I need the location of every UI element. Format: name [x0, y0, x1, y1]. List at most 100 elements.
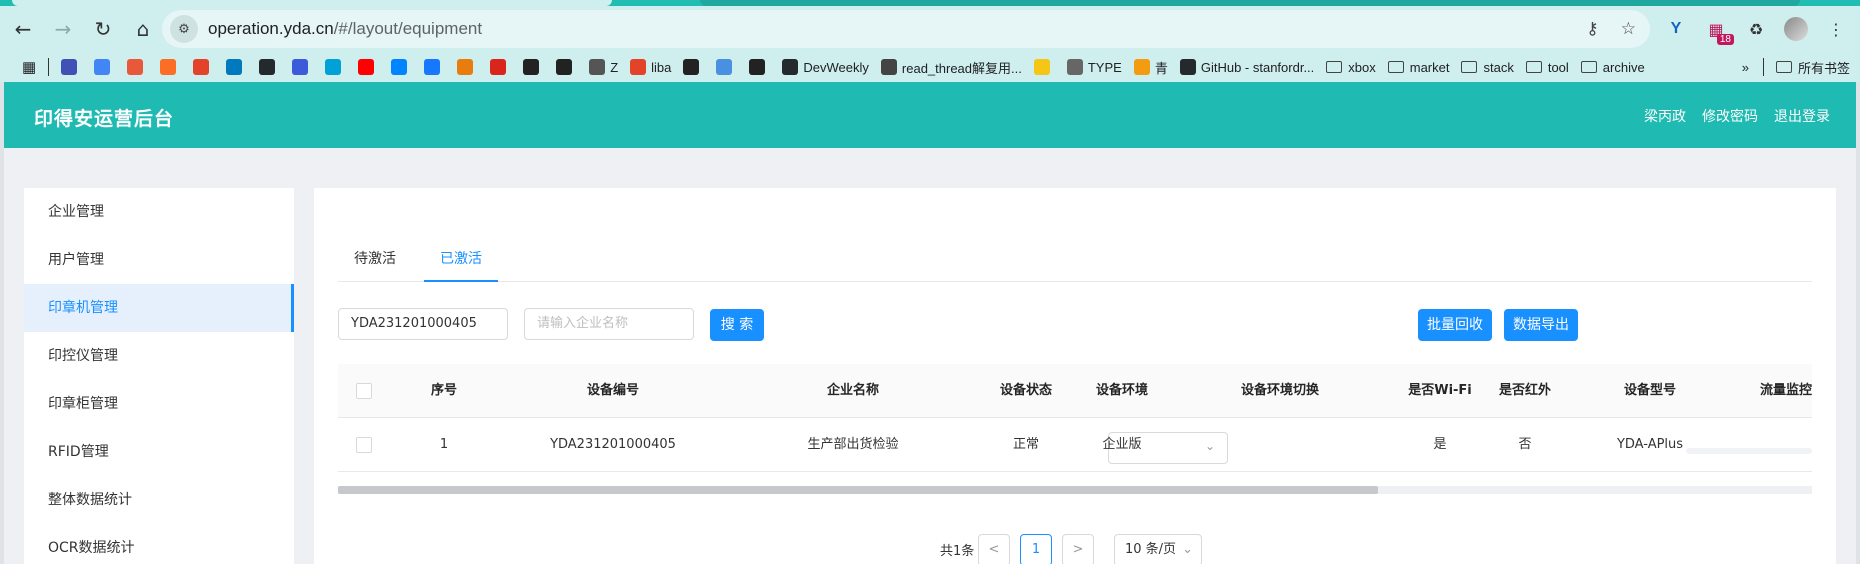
- page-size-select[interactable]: 10 条/页 ⌄: [1114, 534, 1202, 564]
- more-bookmarks-icon[interactable]: »: [1742, 60, 1749, 75]
- page-1-button[interactable]: 1: [1020, 534, 1052, 564]
- bookmark-item[interactable]: [749, 59, 770, 75]
- bookmark-favicon-icon: [127, 59, 144, 75]
- logout-link[interactable]: 退出登录: [1774, 106, 1830, 126]
- bookmark-favicon-icon: [259, 59, 276, 75]
- extensions-area: Y ▦ 18 ♻ ⋮: [1664, 12, 1848, 46]
- forward-icon[interactable]: →: [46, 12, 80, 46]
- bookmark-folder-stack[interactable]: stack: [1461, 60, 1514, 75]
- bookmark-item[interactable]: read_thread解复用...: [880, 58, 1022, 77]
- batch-recycle-button[interactable]: 批量回收: [1418, 309, 1492, 341]
- main-panel: 待激活 已激活 YDA231201000405 请输入企业名称 搜 索 批量回收 …: [314, 188, 1836, 564]
- table-header: 序号 设备编号 企业名称 设备状态 设备环境 设备环境切换 是否Wi-Fi 是否红外 设备型号 流…: [338, 364, 1812, 418]
- address-bar[interactable]: ⚙ operation.yda.cn/#/layout/equipment ⚷ …: [162, 10, 1650, 48]
- bookmark-favicon-icon: [160, 59, 177, 75]
- bookmark-item[interactable]: [556, 59, 577, 75]
- bookmark-item[interactable]: [1033, 59, 1055, 75]
- all-bookmarks-label: 所有书签: [1797, 60, 1850, 76]
- status-tabs: 待激活 已激活: [338, 244, 1812, 282]
- bookmark-folder-market[interactable]: market: [1387, 60, 1449, 75]
- search-button[interactable]: 搜 索: [710, 309, 764, 341]
- bookmark-favicon-icon: [358, 59, 375, 75]
- bookmark-folder-xbox[interactable]: xbox: [1326, 60, 1376, 75]
- scrollbar-thumb[interactable]: [338, 486, 1378, 494]
- bookmark-folder-archive[interactable]: archive: [1580, 60, 1645, 75]
- bookmark-item[interactable]: [523, 59, 544, 75]
- sidebar-item[interactable]: 整体数据统计: [24, 476, 294, 524]
- sidebar-item[interactable]: 印章机管理: [24, 284, 294, 332]
- bookmark-item[interactable]: [424, 59, 445, 75]
- browser-menu-icon[interactable]: ⋮: [1824, 17, 1848, 41]
- sidebar-item[interactable]: 用户管理: [24, 236, 294, 284]
- export-data-button[interactable]: 数据导出: [1504, 309, 1578, 341]
- bookmark-item[interactable]: [292, 59, 313, 75]
- sidebar-item[interactable]: 印章柜管理: [24, 380, 294, 428]
- equipment-table: 序号 设备编号 企业名称 设备状态 设备环境 设备环境切换 是否Wi-Fi 是否红外 设备型号 流…: [338, 364, 1812, 474]
- column-header: 设备环境: [1095, 383, 1148, 398]
- table-horizontal-scrollbar[interactable]: [338, 486, 1812, 494]
- bookmark-favicon-icon: [325, 59, 342, 75]
- bookmark-label: Z: [610, 59, 619, 75]
- bookmark-item[interactable]: [358, 59, 379, 75]
- home-icon[interactable]: ⌂: [126, 12, 160, 46]
- bookmark-item[interactable]: Z: [589, 59, 618, 75]
- bookmark-item[interactable]: [193, 59, 214, 75]
- back-icon[interactable]: ←: [6, 12, 40, 46]
- company-name-input[interactable]: 请输入企业名称: [524, 308, 694, 340]
- bookmark-item[interactable]: [457, 59, 478, 75]
- user-name-link[interactable]: 梁丙政: [1644, 106, 1686, 126]
- url-host: operation.yda.cn: [208, 19, 334, 38]
- extension-v-icon[interactable]: Y: [1664, 17, 1688, 41]
- profile-avatar[interactable]: [1784, 17, 1808, 41]
- bookmark-item[interactable]: [325, 59, 346, 75]
- bookmark-item[interactable]: [226, 59, 247, 75]
- bookmark-item[interactable]: 青: [1133, 58, 1168, 77]
- bookmark-item[interactable]: [259, 59, 280, 75]
- bookmark-folder-tool[interactable]: tool: [1525, 60, 1569, 75]
- table-cell-infrared: 否: [1518, 437, 1532, 452]
- chevron-down-icon: ⌄: [1182, 542, 1193, 557]
- device-no-input[interactable]: YDA231201000405: [338, 308, 508, 340]
- folder-icon: [1775, 61, 1792, 73]
- sidebar-item[interactable]: 印控仪管理: [24, 332, 294, 380]
- tab-activated[interactable]: 已激活: [424, 244, 498, 282]
- bookmark-item[interactable]: TYPE: [1066, 59, 1122, 75]
- sidebar-item[interactable]: 企业管理: [24, 188, 294, 236]
- tab-pending[interactable]: 待激活: [338, 244, 412, 282]
- apps-grid-icon[interactable]: ▦: [22, 58, 36, 76]
- bookmark-item[interactable]: [61, 59, 82, 75]
- sidebar-item[interactable]: RFID管理: [24, 428, 294, 476]
- bookmark-item[interactable]: [391, 59, 412, 75]
- sidebar-item[interactable]: OCR数据统计: [24, 524, 294, 564]
- column-header: 设备编号: [586, 383, 639, 398]
- change-password-link[interactable]: 修改密码: [1702, 106, 1758, 126]
- bookmark-item[interactable]: [716, 59, 737, 75]
- bookmark-item[interactable]: [160, 59, 181, 75]
- extension-calendar-icon[interactable]: ▦ 18: [1704, 17, 1734, 45]
- bookmark-item[interactable]: [94, 59, 115, 75]
- bookmark-item[interactable]: [490, 59, 511, 75]
- bookmark-item[interactable]: [683, 59, 704, 75]
- select-all-checkbox[interactable]: [338, 364, 390, 418]
- browser-toolbar: ← → ↻ ⌂ ⚙ operation.yda.cn/#/layout/equi…: [0, 6, 1860, 52]
- all-bookmarks-folder[interactable]: 所有书签: [1775, 58, 1850, 77]
- column-header: 序号: [430, 383, 457, 398]
- prev-page-button[interactable]: <: [978, 534, 1010, 564]
- app-header: 印得安运营后台 梁丙政 修改密码 退出登录: [4, 82, 1856, 148]
- bookmark-star-icon[interactable]: ☆: [1621, 19, 1636, 39]
- bookmark-label: GitHub - stanfordr...: [1200, 59, 1315, 75]
- password-key-icon[interactable]: ⚷: [1586, 19, 1598, 39]
- bookmark-label: TYPE: [1087, 59, 1122, 75]
- site-info-icon[interactable]: ⚙: [170, 15, 198, 43]
- sidebar: 企业管理 用户管理 印章机管理 印控仪管理 印章柜管理 RFID管理 整体数据统计 OCR数据…: [24, 188, 294, 564]
- bookmark-item[interactable]: GitHub - stanfordr...: [1179, 59, 1315, 75]
- bookmarks-bar: ▦ Zliba DevWeekly read_thread解复用... TYPE 青 Gi…: [0, 52, 1860, 82]
- extensions-puzzle-icon[interactable]: ♻: [1744, 17, 1768, 41]
- url-text[interactable]: operation.yda.cn/#/layout/equipment: [208, 19, 482, 39]
- next-page-button[interactable]: >: [1062, 534, 1094, 564]
- reload-icon[interactable]: ↻: [86, 12, 120, 46]
- bookmark-item[interactable]: liba: [630, 59, 671, 75]
- bookmark-item[interactable]: DevWeekly: [782, 59, 869, 75]
- bookmark-item[interactable]: [127, 59, 148, 75]
- row-checkbox[interactable]: [338, 418, 390, 472]
